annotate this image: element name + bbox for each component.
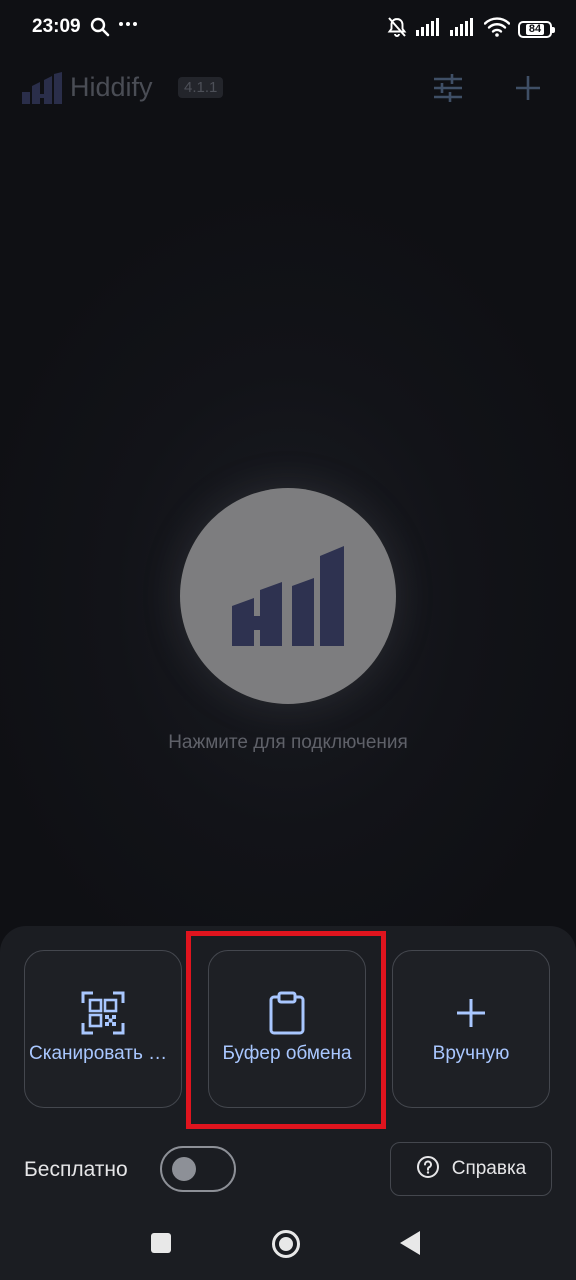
navigation-bar bbox=[0, 1200, 576, 1280]
qr-scan-icon bbox=[25, 991, 181, 1035]
battery-icon: 84 bbox=[518, 21, 555, 38]
add-profile-button[interactable] bbox=[510, 70, 546, 106]
highlight-box bbox=[186, 931, 386, 1129]
toggle-knob bbox=[172, 1157, 196, 1181]
bell-off-icon bbox=[386, 16, 408, 43]
recents-button[interactable] bbox=[151, 1233, 171, 1253]
hiddify-logo-icon bbox=[22, 72, 62, 109]
status-icons: 84 bbox=[386, 16, 555, 43]
tune-icon bbox=[434, 74, 462, 102]
home-icon bbox=[279, 1237, 293, 1251]
hiddify-logo-icon bbox=[232, 546, 344, 646]
free-toggle[interactable] bbox=[160, 1146, 236, 1192]
signal-icon bbox=[450, 18, 476, 41]
signal-icon bbox=[416, 18, 442, 41]
plus-icon bbox=[516, 76, 540, 100]
connect-button[interactable] bbox=[180, 488, 396, 704]
manual-add-button[interactable]: Вручную bbox=[392, 950, 550, 1108]
help-icon bbox=[416, 1155, 440, 1184]
plus-icon bbox=[393, 991, 549, 1035]
manual-add-label: Вручную bbox=[432, 1043, 510, 1064]
scan-qr-button[interactable]: Сканировать QR-код bbox=[24, 950, 182, 1108]
scan-qr-label: Сканировать QR-код bbox=[29, 1043, 177, 1064]
search-icon bbox=[90, 17, 110, 42]
app-header: Hiddify 4.1.1 bbox=[0, 58, 576, 118]
back-button[interactable] bbox=[400, 1231, 420, 1255]
help-label: Справка bbox=[451, 1158, 527, 1179]
wifi-icon bbox=[483, 17, 511, 42]
app-title: Hiddify bbox=[70, 72, 153, 102]
status-bar: 23:09 84 bbox=[0, 0, 576, 56]
filter-settings-button[interactable] bbox=[428, 72, 468, 104]
home-button[interactable] bbox=[272, 1230, 300, 1258]
version-badge: 4.1.1 bbox=[178, 77, 224, 98]
help-button[interactable]: Справка bbox=[390, 1142, 552, 1196]
battery-level: 84 bbox=[525, 24, 545, 35]
screen: 23:09 84 Hiddify 4.1.1 Нажмите для подкл… bbox=[0, 0, 576, 1280]
status-time: 23:09 bbox=[32, 16, 81, 37]
connect-hint: Нажмите для подключения bbox=[168, 732, 408, 753]
more-dots-icon bbox=[118, 10, 138, 36]
free-label: Бесплатно bbox=[24, 1158, 128, 1181]
